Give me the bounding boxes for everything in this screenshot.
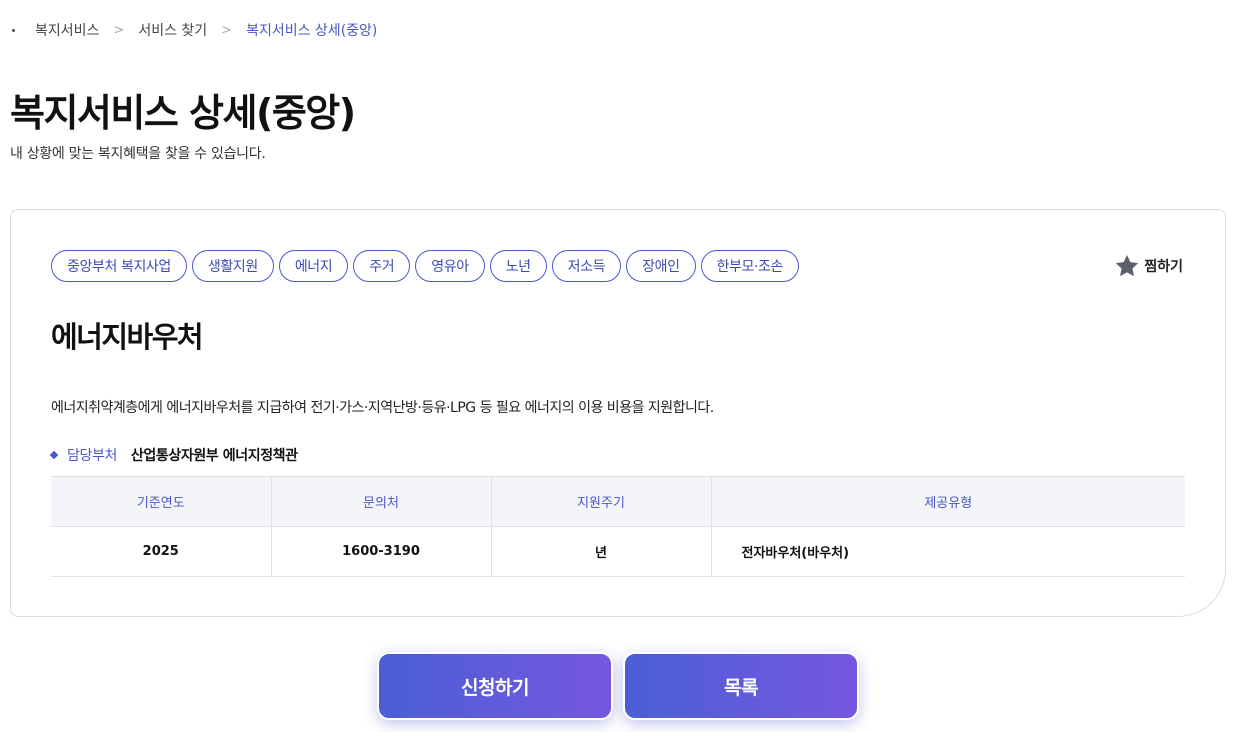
tag-energy[interactable]: 에너지 [278, 250, 349, 282]
page-title: 복지서비스 상세(중앙) [10, 91, 356, 135]
header-base-year: 기준연도 [51, 476, 272, 527]
breadcrumb: 복지서비스 > 서비스 찾기 > 복지서비스 상세(중앙) [12, 20, 377, 40]
service-title: 에너지바우처 [51, 320, 204, 354]
action-buttons: 신청하기 목록 [377, 652, 859, 720]
header-support-cycle: 지원주기 [491, 476, 712, 527]
diamond-bullet-icon [49, 450, 59, 460]
tag-housing[interactable]: 주거 [353, 250, 411, 282]
cell-provision-type: 전자바우처(바우처) [711, 526, 1185, 577]
service-info-table: 기준연도 문의처 지원주기 제공유형 2025 1600-3190 년 전자바우… [51, 476, 1185, 577]
service-description: 에너지취약계층에게 에너지바우처를 지급하여 전기·가스·지역난방·등유·LPG… [51, 400, 714, 416]
service-detail-card: 중앙부처 복지사업 생활지원 에너지 주거 영유아 노년 저소득 장애인 한부모… [10, 209, 1226, 617]
header-contact: 문의처 [271, 476, 492, 527]
breadcrumb-bullet [12, 28, 15, 32]
tag-single-parent[interactable]: 한부모·조손 [700, 250, 800, 282]
tag-central-ministry[interactable]: 중앙부처 복지사업 [51, 250, 187, 282]
cell-support-cycle: 년 [491, 526, 712, 577]
tag-elderly[interactable]: 노년 [489, 250, 547, 282]
cell-base-year: 2025 [51, 526, 272, 577]
tag-disabled[interactable]: 장애인 [626, 250, 696, 282]
cell-contact: 1600-3190 [271, 526, 492, 577]
favorite-label: 찜하기 [1144, 259, 1183, 275]
breadcrumb-find-service[interactable]: 서비스 찾기 [138, 20, 207, 40]
tag-infant[interactable]: 영유아 [415, 250, 485, 282]
department-value: 산업통상자원부 에너지정책관 [130, 448, 298, 464]
department-label: 담당부처 [67, 448, 117, 464]
page-description: 내 상황에 맞는 복지혜택을 찾을 수 있습니다. [10, 146, 266, 162]
department-info: 담당부처 산업통상자원부 에너지정책관 [49, 445, 298, 465]
table-header-row: 기준연도 문의처 지원주기 제공유형 [51, 476, 1185, 527]
chevron-right-icon: > [221, 22, 233, 38]
tag-low-income[interactable]: 저소득 [551, 250, 622, 282]
table-row: 2025 1600-3190 년 전자바우처(바우처) [51, 526, 1185, 577]
breadcrumb-welfare-service[interactable]: 복지서비스 [35, 20, 99, 40]
tag-list: 중앙부처 복지사업 생활지원 에너지 주거 영유아 노년 저소득 장애인 한부모… [51, 250, 800, 282]
chevron-right-icon: > [113, 22, 125, 38]
tag-living-support[interactable]: 생활지원 [191, 250, 274, 282]
breadcrumb-current: 복지서비스 상세(중앙) [246, 23, 378, 39]
list-button[interactable]: 목록 [623, 652, 859, 720]
favorite-button[interactable]: 찜하기 [1114, 253, 1183, 279]
header-provision-type: 제공유형 [711, 476, 1185, 527]
apply-button[interactable]: 신청하기 [377, 652, 613, 720]
star-icon [1116, 254, 1139, 277]
